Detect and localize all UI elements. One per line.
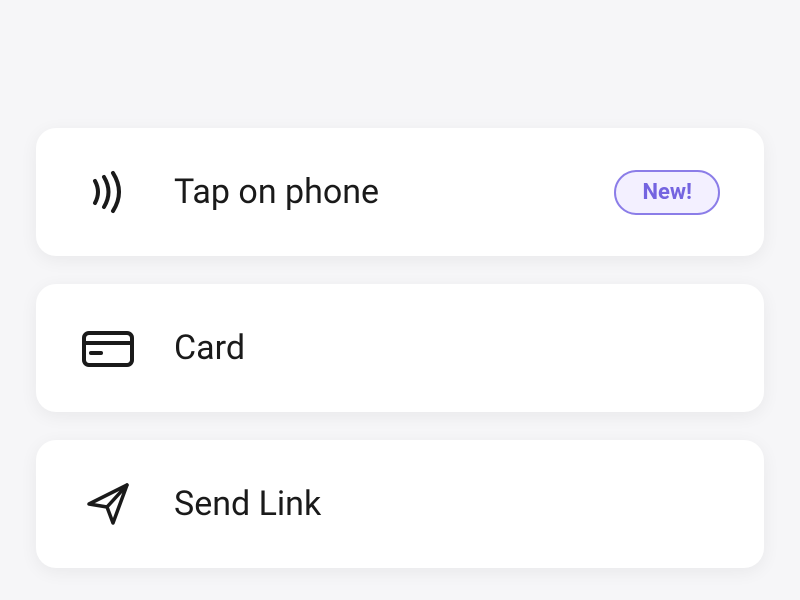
card-icon — [80, 320, 136, 376]
new-badge: New! — [614, 170, 720, 215]
payment-option-label: Card — [174, 328, 720, 368]
payment-option-label: Send Link — [174, 484, 720, 524]
contactless-icon — [80, 164, 136, 220]
payment-option-send-link[interactable]: Send Link — [36, 440, 764, 568]
payment-option-label: Tap on phone — [174, 172, 614, 212]
payment-option-card[interactable]: Card — [36, 284, 764, 412]
send-icon — [80, 476, 136, 532]
payment-option-tap-on-phone[interactable]: Tap on phone New! — [36, 128, 764, 256]
